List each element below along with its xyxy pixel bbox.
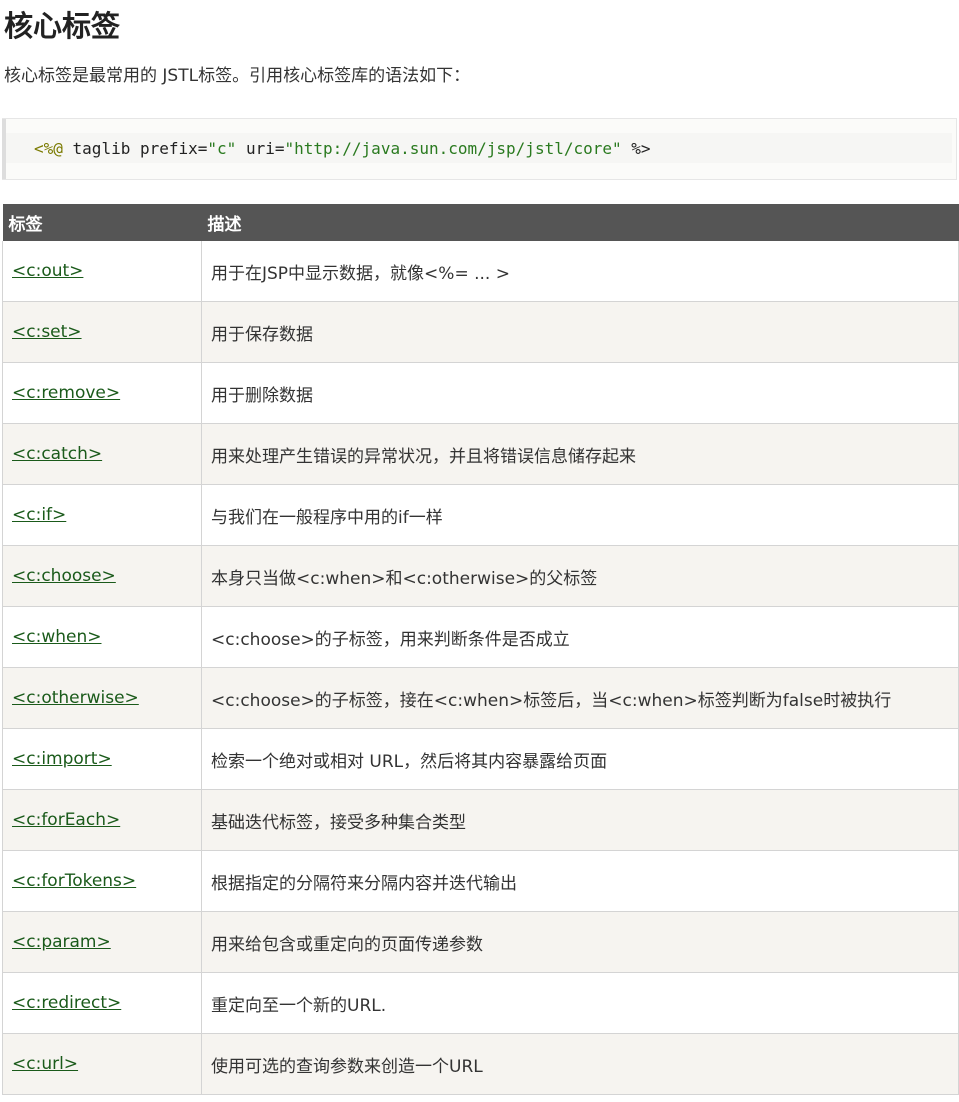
column-header-tag: 标签 bbox=[2, 204, 202, 241]
tag-cell: <c:set> bbox=[2, 301, 202, 363]
tag-cell: <c:choose> bbox=[2, 545, 202, 607]
table-row: <c:set> 用于保存数据 bbox=[2, 301, 959, 363]
tag-cell: <c:url> bbox=[2, 1033, 202, 1095]
tag-cell: <c:redirect> bbox=[2, 972, 202, 1034]
table-body: <c:out> 用于在JSP中显示数据，就像<%= ... > <c:set> 用于保… bbox=[2, 241, 959, 1095]
intro-text: 核心标签是最常用的 JSTL标签。引用核心标签库的语法如下： bbox=[4, 66, 471, 86]
code-close-token: %> bbox=[621, 139, 651, 158]
tag-link[interactable]: <c:forEach> bbox=[12, 810, 120, 830]
tag-cell: <c:forTokens> bbox=[2, 850, 202, 912]
description-cell: 本身只当做<c:when>和<c:otherwise>的父标签 bbox=[201, 545, 959, 607]
core-tags-table: 标签 描述 <c:out> 用于在JSP中显示数据，就像<%= ... > <c:s… bbox=[2, 204, 959, 1095]
tag-cell: <c:forEach> bbox=[2, 789, 202, 851]
tag-link[interactable]: <c:import> bbox=[12, 749, 112, 769]
tag-link[interactable]: <c:catch> bbox=[12, 444, 102, 464]
table-row: <c:remove> 用于删除数据 bbox=[2, 362, 959, 424]
tag-link[interactable]: <c:if> bbox=[12, 505, 66, 525]
tag-cell: <c:otherwise> bbox=[2, 667, 202, 729]
table-row: <c:if> 与我们在一般程序中用的if一样 bbox=[2, 484, 959, 546]
description-cell: 用于保存数据 bbox=[201, 301, 959, 363]
tag-link[interactable]: <c:set> bbox=[12, 322, 82, 342]
table-header-row: 标签 描述 bbox=[2, 204, 959, 241]
description-cell: 与我们在一般程序中用的if一样 bbox=[201, 484, 959, 546]
table-row: <c:when> <c:choose>的子标签，用来判断条件是否成立 bbox=[2, 606, 959, 668]
table-row: <c:url> 使用可选的查询参数来创造一个URL bbox=[2, 1033, 959, 1095]
page: 核心标签 核心标签是最常用的 JSTL标签。引用核心标签库的语法如下： <%@ … bbox=[0, 0, 959, 1102]
description-cell: 基础迭代标签，接受多种集合类型 bbox=[201, 789, 959, 851]
table-row: <c:choose> 本身只当做<c:when>和<c:otherwise>的父标… bbox=[2, 545, 959, 607]
tag-link[interactable]: <c:remove> bbox=[12, 383, 120, 403]
table-row: <c:out> 用于在JSP中显示数据，就像<%= ... > bbox=[2, 241, 959, 302]
description-cell: 用来处理产生错误的异常状况，并且将错误信息储存起来 bbox=[201, 423, 959, 485]
table-row: <c:import> 检索一个绝对或相对 URL，然后将其内容暴露给页面 bbox=[2, 728, 959, 790]
tag-cell: <c:remove> bbox=[2, 362, 202, 424]
table-row: <c:forTokens> 根据指定的分隔符来分隔内容并迭代输出 bbox=[2, 850, 959, 912]
description-cell: <c:choose>的子标签，用来判断条件是否成立 bbox=[201, 606, 959, 668]
description-cell: 重定向至一个新的URL. bbox=[201, 972, 959, 1034]
tag-link[interactable]: <c:param> bbox=[12, 932, 111, 952]
tag-link[interactable]: <c:url> bbox=[12, 1054, 78, 1074]
tag-cell: <c:out> bbox=[2, 241, 202, 302]
description-cell: 用于在JSP中显示数据，就像<%= ... > bbox=[201, 241, 959, 302]
code-uri-value: "http://java.sun.com/jsp/jstl/core" bbox=[284, 139, 622, 158]
tag-link[interactable]: <c:redirect> bbox=[12, 993, 121, 1013]
table-row: <c:forEach> 基础迭代标签，接受多种集合类型 bbox=[2, 789, 959, 851]
column-header-description: 描述 bbox=[201, 204, 959, 241]
table-row: <c:otherwise> <c:choose>的子标签，接在<c:when>标签… bbox=[2, 667, 959, 729]
tag-link[interactable]: <c:otherwise> bbox=[12, 688, 139, 708]
code-open-token: <%@ bbox=[34, 139, 63, 158]
tag-link[interactable]: <c:when> bbox=[12, 627, 101, 647]
tag-link[interactable]: <c:forTokens> bbox=[12, 871, 136, 891]
description-cell: 用来给包含或重定向的页面传递参数 bbox=[201, 911, 959, 973]
code-line: <%@ taglib prefix="c" uri="http://java.s… bbox=[34, 137, 651, 161]
tag-link[interactable]: <c:choose> bbox=[12, 566, 116, 586]
tag-cell: <c:param> bbox=[2, 911, 202, 973]
tag-cell: <c:import> bbox=[2, 728, 202, 790]
table-row: <c:param> 用来给包含或重定向的页面传递参数 bbox=[2, 911, 959, 973]
tag-link[interactable]: <c:out> bbox=[12, 261, 83, 281]
description-cell: 使用可选的查询参数来创造一个URL bbox=[201, 1033, 959, 1095]
description-cell: 根据指定的分隔符来分隔内容并迭代输出 bbox=[201, 850, 959, 912]
tag-cell: <c:when> bbox=[2, 606, 202, 668]
page-title: 核心标签 bbox=[4, 9, 121, 43]
table-row: <c:catch> 用来处理产生错误的异常状况，并且将错误信息储存起来 bbox=[2, 423, 959, 485]
tag-cell: <c:catch> bbox=[2, 423, 202, 485]
description-cell: <c:choose>的子标签，接在<c:when>标签后，当<c:when>标签… bbox=[201, 667, 959, 729]
code-text-1: taglib prefix= bbox=[62, 139, 208, 158]
code-prefix-value: "c" bbox=[207, 139, 237, 158]
code-block: <%@ taglib prefix="c" uri="http://java.s… bbox=[2, 118, 957, 180]
table-row: <c:redirect> 重定向至一个新的URL. bbox=[2, 972, 959, 1034]
description-cell: 用于删除数据 bbox=[201, 362, 959, 424]
description-cell: 检索一个绝对或相对 URL，然后将其内容暴露给页面 bbox=[201, 728, 959, 790]
code-text-2: uri= bbox=[236, 139, 285, 158]
tag-cell: <c:if> bbox=[2, 484, 202, 546]
